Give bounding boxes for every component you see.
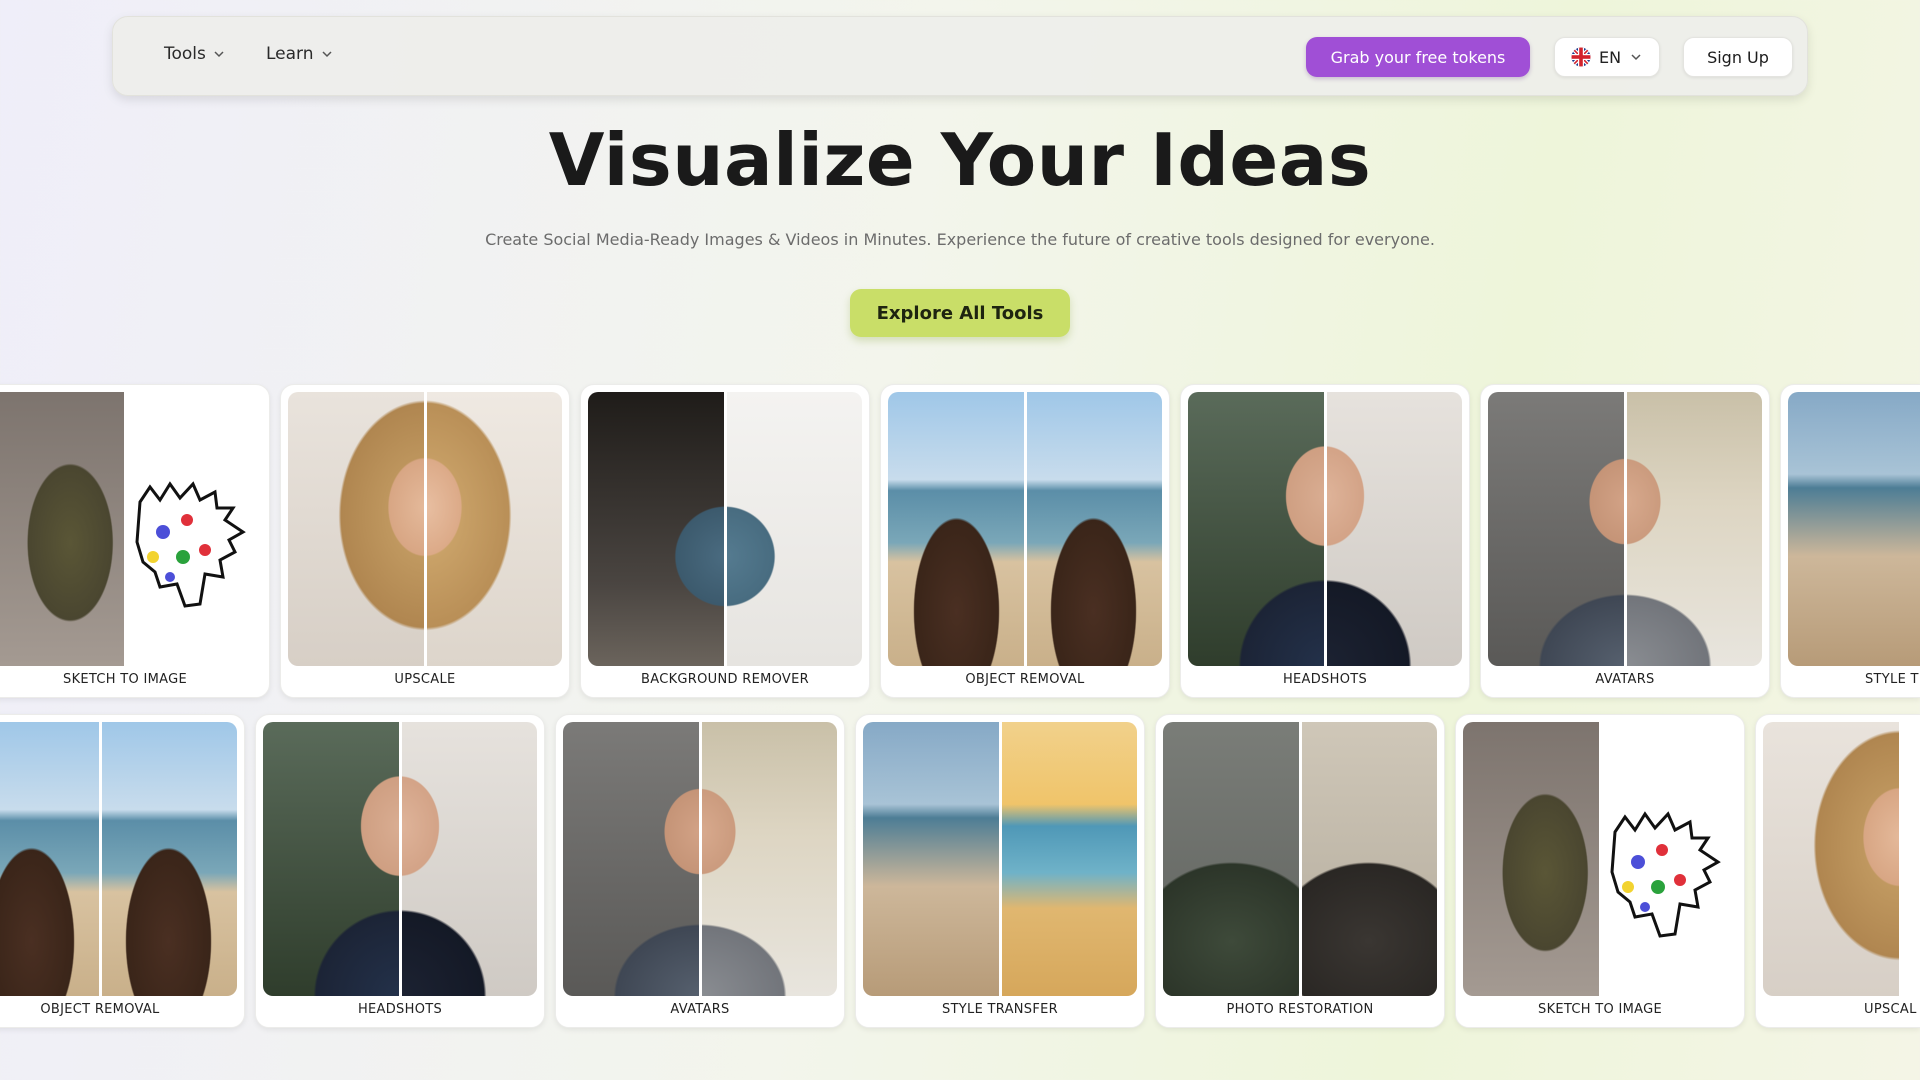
tool-card-upscale[interactable]: UPSCAL <box>1755 714 1920 1028</box>
style-transfer-preview <box>863 722 1137 996</box>
hero-title: Visualize Your Ideas <box>548 118 1372 202</box>
tool-card-avatars[interactable]: AVATARS <box>555 714 845 1028</box>
tool-card-label: STYLE TRANSFER <box>942 1002 1058 1017</box>
sketch-dino-drawing <box>1610 811 1721 938</box>
top-navbar: Tools Learn Grab your free tokens EN Sig… <box>112 16 1808 96</box>
upscale-preview <box>1763 722 1920 996</box>
avatars-preview <box>1488 392 1762 666</box>
tool-card-label: BACKGROUND REMOVER <box>641 672 809 687</box>
tool-card-label: AVATARS <box>1595 672 1655 687</box>
language-selector[interactable]: EN <box>1554 37 1660 77</box>
uk-flag-icon <box>1571 47 1591 67</box>
sign-up-button[interactable]: Sign Up <box>1683 37 1793 77</box>
tool-card-background-remover[interactable]: BACKGROUND REMOVER <box>580 384 870 698</box>
object-removal-preview <box>0 722 237 996</box>
tool-card-label: AVATARS <box>670 1002 730 1017</box>
tool-card-style-transfer[interactable]: STYLE TRANSFER <box>855 714 1145 1028</box>
learn-menu[interactable]: Learn <box>266 44 334 64</box>
tool-card-object-removal[interactable]: OBJECT REMOVAL <box>0 714 245 1028</box>
tool-card-label: HEADSHOTS <box>357 1002 443 1017</box>
tool-card-headshots[interactable]: HEADSHOTS <box>1180 384 1470 698</box>
background-remover-preview <box>588 392 862 666</box>
tool-card-sketch-to-image[interactable]: SKETCH TO IMAGE <box>0 384 270 698</box>
photo-restoration-preview <box>1163 722 1437 996</box>
tool-card-label: SKETCH TO IMAGE <box>63 672 187 687</box>
avatars-preview <box>563 722 837 996</box>
tool-card-style-transfer[interactable]: STYLE T <box>1780 384 1920 698</box>
chevron-down-icon <box>1631 54 1641 61</box>
tool-card-label: HEADSHOTS <box>1282 672 1368 687</box>
tool-card-sketch-to-image[interactable]: SKETCH TO IMAGE <box>1455 714 1745 1028</box>
tool-card-label: UPSCAL <box>1864 1002 1917 1017</box>
style-transfer-preview <box>1788 392 1920 666</box>
object-removal-preview <box>888 392 1162 666</box>
sketch-to-image-preview <box>1463 722 1737 996</box>
hero-subtitle: Create Social Media-Ready Images & Video… <box>485 230 1435 249</box>
tool-card-photo-restoration[interactable]: PHOTO RESTORATION <box>1155 714 1445 1028</box>
tool-card-avatars[interactable]: AVATARS <box>1480 384 1770 698</box>
language-label: EN <box>1598 47 1622 67</box>
tool-card-object-removal[interactable]: OBJECT REMOVAL <box>880 384 1170 698</box>
tool-card-upscale[interactable]: UPSCALE <box>280 384 570 698</box>
tools-menu-label: Tools <box>164 44 206 64</box>
tool-card-label: UPSCALE <box>394 672 456 687</box>
tool-card-label: STYLE T <box>1865 672 1919 687</box>
learn-menu-label: Learn <box>266 44 314 64</box>
headshots-preview <box>263 722 537 996</box>
explore-all-tools-button[interactable]: Explore All Tools <box>850 289 1070 337</box>
tool-card-label: OBJECT REMOVAL <box>965 672 1085 687</box>
tool-card-headshots[interactable]: HEADSHOTS <box>255 714 545 1028</box>
headshots-preview <box>1188 392 1462 666</box>
sketch-dino-drawing <box>135 481 246 608</box>
upscale-preview <box>288 392 562 666</box>
tool-card-label: SKETCH TO IMAGE <box>1538 1002 1662 1017</box>
tools-carousel-row-1: SKETCH TO IMAGE UPSCALE BACKGROUND REMOV… <box>0 384 1920 704</box>
tool-card-label: PHOTO RESTORATION <box>1226 1002 1374 1017</box>
tool-card-label: OBJECT REMOVAL <box>40 1002 160 1017</box>
chevron-down-icon <box>214 51 224 58</box>
tools-menu[interactable]: Tools <box>164 44 226 64</box>
free-tokens-button[interactable]: Grab your free tokens <box>1306 37 1530 77</box>
sketch-to-image-preview <box>0 392 262 666</box>
tools-carousel-row-2: OBJECT REMOVAL HEADSHOTS AVATARS STYLE T… <box>0 714 1920 1034</box>
chevron-down-icon <box>321 51 332 58</box>
